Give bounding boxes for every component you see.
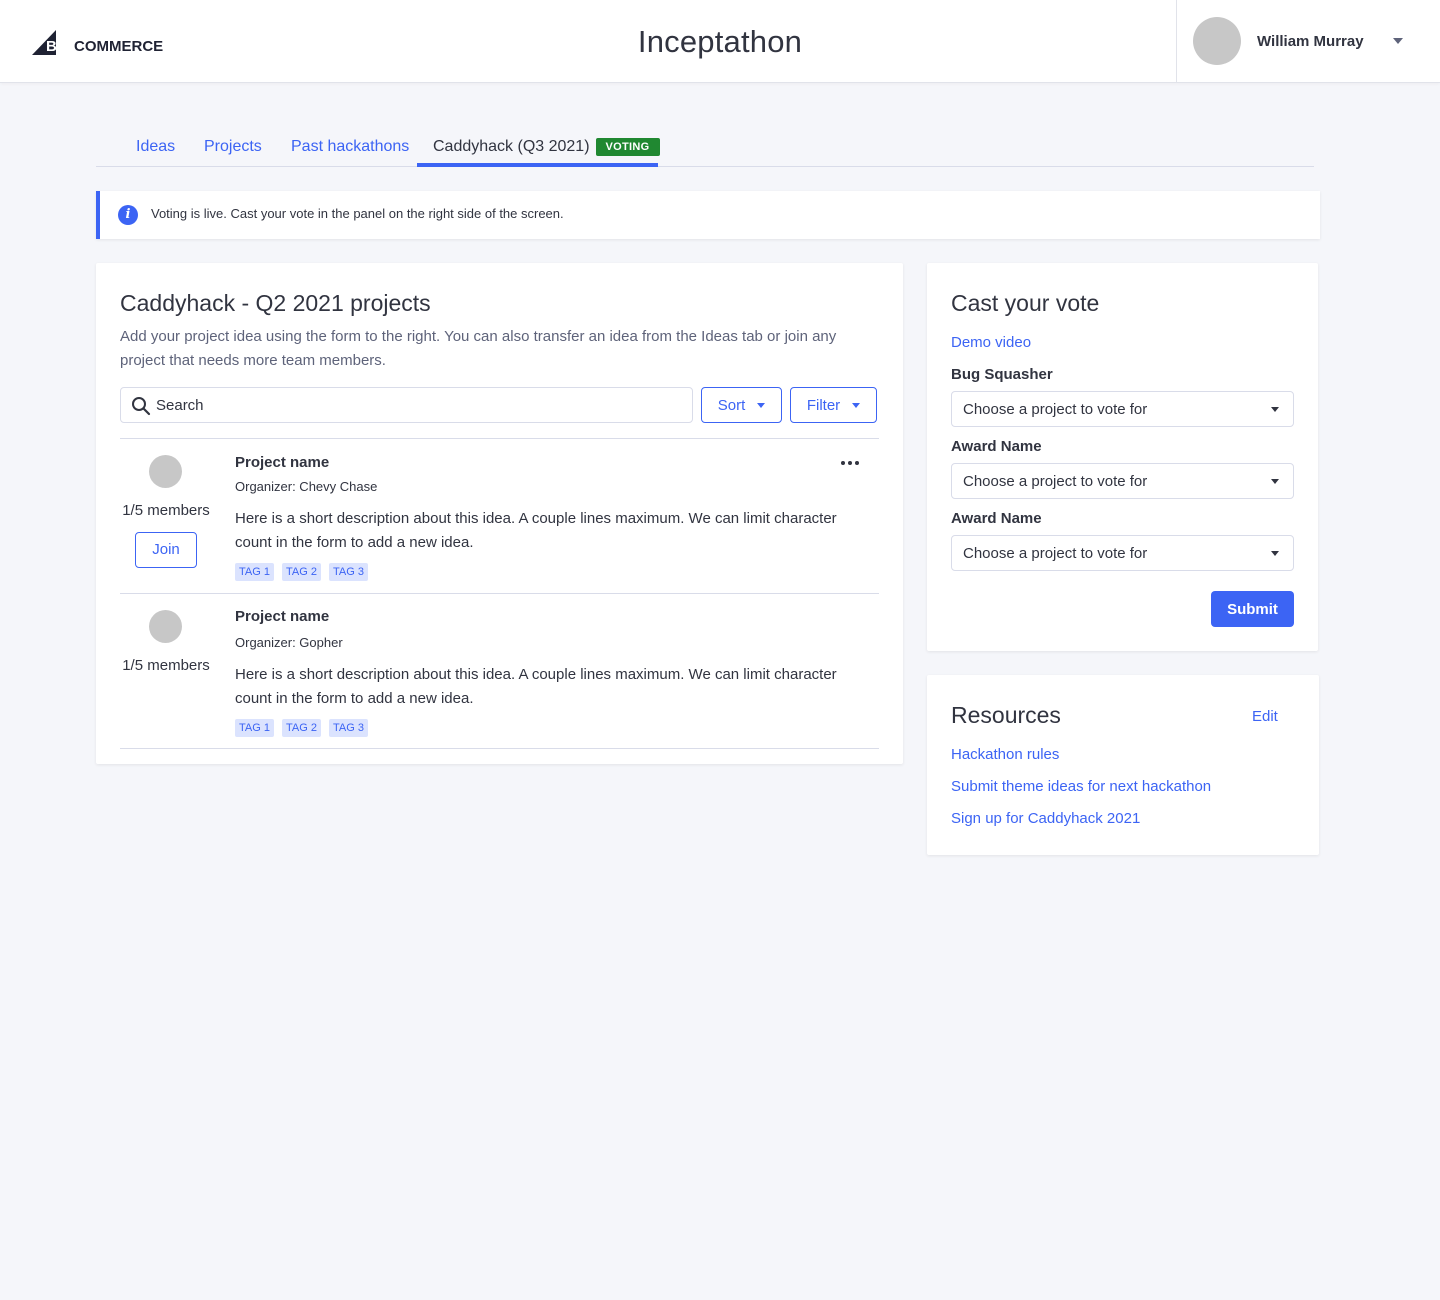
select-value: Choose a project to vote for <box>963 545 1148 562</box>
project-tags: TAG 1 TAG 2 TAG 3 <box>235 563 368 581</box>
tab-past-hackathons[interactable]: Past hackathons <box>291 138 409 156</box>
projects-panel-description: Add your project idea using the form to … <box>120 328 837 369</box>
tag[interactable]: TAG 3 <box>328 719 368 737</box>
app-header: BIG COMMERCE Inceptathon William Murray <box>0 0 1440 83</box>
vote-panel-title: Cast your vote <box>951 290 1100 316</box>
svg-text:COMMERCE: COMMERCE <box>74 38 163 55</box>
member-count: 1/5 members <box>122 502 210 519</box>
svg-text:BIG: BIG <box>46 38 73 55</box>
caret-down-icon <box>1271 407 1279 412</box>
caret-down-icon <box>1271 479 1279 484</box>
award-select[interactable]: Choose a project to vote for <box>951 463 1294 499</box>
main-tabs: Ideas Projects Past hackathons Caddyhack… <box>96 128 1314 167</box>
award-select[interactable]: Choose a project to vote for <box>951 535 1294 571</box>
projects-panel-title: Caddyhack - Q2 2021 projects <box>120 290 431 316</box>
tag[interactable]: TAG 2 <box>281 719 321 737</box>
user-name: William Murray <box>1257 33 1364 50</box>
active-tab-indicator <box>417 163 658 167</box>
list-divider <box>120 748 879 749</box>
sort-button[interactable]: Sort <box>701 387 782 423</box>
project-description: Here is a short description about this i… <box>235 510 837 551</box>
alert-message: Voting is live. Cast your vote in the pa… <box>151 206 564 221</box>
voting-badge: VOTING <box>595 138 660 156</box>
demo-video-link[interactable]: Demo video <box>951 334 1031 351</box>
bigcommerce-logo[interactable]: BIG COMMERCE <box>32 26 172 58</box>
list-divider <box>120 593 879 594</box>
tab-caddyhack[interactable]: Caddyhack (Q3 2021) VOTING <box>433 138 660 156</box>
project-avatar <box>149 610 182 643</box>
tag[interactable]: TAG 2 <box>281 563 321 581</box>
project-tags: TAG 1 TAG 2 TAG 3 <box>235 719 368 737</box>
member-count: 1/5 members <box>122 657 210 674</box>
select-value: Choose a project to vote for <box>963 401 1148 418</box>
projects-panel: Caddyhack - Q2 2021 projects Add your pr… <box>96 263 903 764</box>
caret-down-icon <box>757 402 766 408</box>
filter-label: Filter <box>806 396 841 414</box>
award-select[interactable]: Choose a project to vote for <box>951 391 1294 427</box>
tab-ideas[interactable]: Ideas <box>136 138 175 156</box>
tab-caddyhack-label: Caddyhack (Q3 2021) <box>433 138 590 155</box>
project-description: Here is a short description about this i… <box>235 666 837 707</box>
resource-link-rules[interactable]: Hackathon rules <box>951 746 1059 763</box>
info-icon: i <box>118 205 138 225</box>
search-input[interactable] <box>156 388 676 422</box>
project-name: Project name <box>235 608 330 625</box>
edit-resources-link[interactable]: Edit <box>1252 708 1278 725</box>
info-alert: i Voting is live. Cast your vote in the … <box>96 191 1320 239</box>
tab-projects[interactable]: Projects <box>204 138 262 156</box>
list-divider <box>120 438 879 439</box>
award-label: Award Name <box>951 438 1042 455</box>
award-label: Bug Squasher <box>951 366 1053 383</box>
project-avatar <box>149 455 182 488</box>
tag[interactable]: TAG 3 <box>328 563 368 581</box>
tag[interactable]: TAG 1 <box>235 719 274 737</box>
filter-button[interactable]: Filter <box>790 387 877 423</box>
caret-down-icon <box>1393 38 1403 44</box>
join-button[interactable]: Join <box>135 532 197 568</box>
user-menu[interactable]: William Murray <box>1176 0 1440 82</box>
search-icon <box>132 397 151 416</box>
user-avatar <box>1193 17 1241 65</box>
submit-vote-button[interactable]: Submit <box>1211 591 1294 627</box>
vote-panel: Cast your vote Demo video Bug Squasher C… <box>927 263 1318 651</box>
resources-title: Resources <box>951 702 1061 728</box>
caret-down-icon <box>1271 551 1279 556</box>
award-label: Award Name <box>951 510 1042 527</box>
resource-link-signup[interactable]: Sign up for Caddyhack 2021 <box>951 810 1140 827</box>
sort-label: Sort <box>717 396 746 414</box>
search-field[interactable] <box>120 387 693 423</box>
project-name: Project name <box>235 454 330 471</box>
project-organizer: Organizer: Chevy Chase <box>235 479 378 494</box>
project-organizer: Organizer: Gopher <box>235 635 343 650</box>
tag[interactable]: TAG 1 <box>235 563 274 581</box>
more-horizontal-icon[interactable] <box>839 456 861 470</box>
resource-link-theme-ideas[interactable]: Submit theme ideas for next hackathon <box>951 778 1211 795</box>
resources-panel: Resources Edit Hackathon rules Submit th… <box>927 675 1319 855</box>
select-value: Choose a project to vote for <box>963 473 1148 490</box>
caret-down-icon <box>852 402 861 408</box>
